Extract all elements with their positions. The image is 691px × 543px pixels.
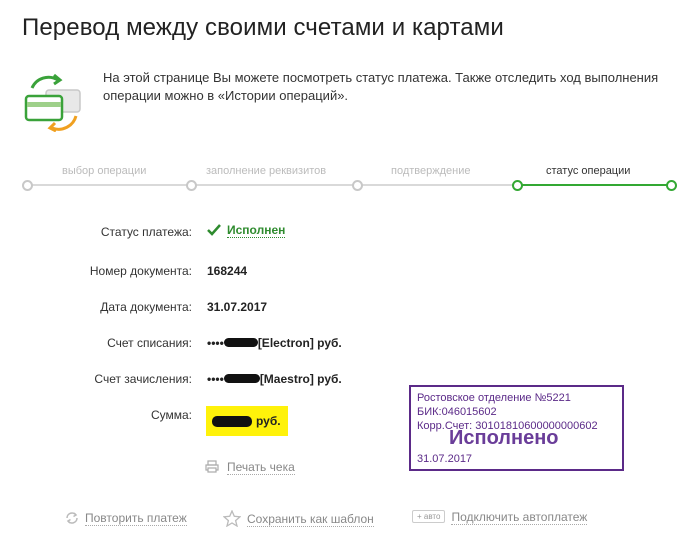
status-text[interactable]: Исполнен xyxy=(227,223,286,238)
stamp-bik: БИК:046015602 xyxy=(417,406,497,418)
step-dot-3 xyxy=(352,180,363,191)
doc-date-value: 31.07.2017 xyxy=(207,300,268,314)
step-dot-2 xyxy=(186,180,197,191)
credit-account-label: Счет зачисления: xyxy=(94,372,192,386)
save-template-button[interactable]: Сохранить как шаблон xyxy=(222,509,374,528)
print-receipt-link[interactable]: Печать чека xyxy=(205,460,295,475)
step-dot-1 xyxy=(22,180,33,191)
redacted-mark xyxy=(212,415,252,427)
steps-line-current xyxy=(516,184,670,186)
stamp-branch: Ростовское отделение №5221 xyxy=(417,392,571,404)
bank-stamp: Ростовское отделение №5221 БИК:046015602… xyxy=(409,385,624,471)
star-icon xyxy=(222,509,242,528)
step-label-2: заполнение реквизитов xyxy=(206,165,327,177)
debit-account-label: Счет списания: xyxy=(107,336,192,350)
autopay-button[interactable]: + авто Подключить автоплатеж xyxy=(412,510,588,525)
autopay-label[interactable]: Подключить автоплатеж xyxy=(451,510,588,525)
steps-line-done xyxy=(26,184,516,186)
sum-value: руб. xyxy=(206,406,288,436)
status-label: Статус платежа: xyxy=(100,225,192,239)
repeat-payment-label[interactable]: Повторить платеж xyxy=(85,511,187,526)
doc-date-label: Дата документа: xyxy=(100,300,192,314)
doc-number-value: 168244 xyxy=(207,264,248,278)
repeat-icon xyxy=(66,512,78,524)
credit-account-value: •••• [Maestro] руб. xyxy=(207,372,342,386)
sum-currency: руб. xyxy=(256,414,281,428)
step-label-4: статус операции xyxy=(546,165,631,177)
step-dot-end xyxy=(666,180,677,191)
auto-badge: + авто xyxy=(412,510,446,523)
debit-card-type: [Electron] xyxy=(257,336,314,350)
step-dot-4 xyxy=(512,180,523,191)
save-template-label[interactable]: Сохранить как шаблон xyxy=(247,512,374,527)
doc-number-label: Номер документа: xyxy=(89,264,192,278)
repeat-payment-button[interactable]: Повторить платеж xyxy=(64,510,187,526)
actions-bar: Повторить платеж Сохранить как шаблон + … xyxy=(60,508,680,532)
intro-text: На этой странице Вы можете посмотреть ст… xyxy=(103,70,659,103)
redacted-mark xyxy=(223,338,258,347)
sum-label: Сумма: xyxy=(150,408,192,422)
printer-icon xyxy=(205,460,219,473)
debit-currency: руб. xyxy=(317,336,342,350)
credit-currency: руб. xyxy=(317,372,342,386)
stamp-date: 31.07.2017 xyxy=(417,453,473,465)
stamp-status: Исполнено xyxy=(449,427,559,449)
debit-mask-dots: •••• xyxy=(207,336,224,350)
transfer-cards-icon xyxy=(24,73,81,132)
check-icon xyxy=(207,224,221,236)
debit-account-value: •••• [Electron] руб. xyxy=(207,336,342,350)
page-title: Перевод между своими счетами и картами xyxy=(22,14,504,41)
status-value: Исполнен xyxy=(207,223,286,238)
credit-card-type: [Maestro] xyxy=(259,372,314,386)
redacted-mark xyxy=(223,374,260,383)
step-label-1: выбор операции xyxy=(62,165,147,177)
step-label-3: подтверждение xyxy=(391,165,471,177)
credit-mask-dots: •••• xyxy=(207,372,224,386)
print-receipt-label[interactable]: Печать чека xyxy=(227,460,295,475)
progress-steps: выбор операции заполнение реквизитов под… xyxy=(22,163,677,193)
